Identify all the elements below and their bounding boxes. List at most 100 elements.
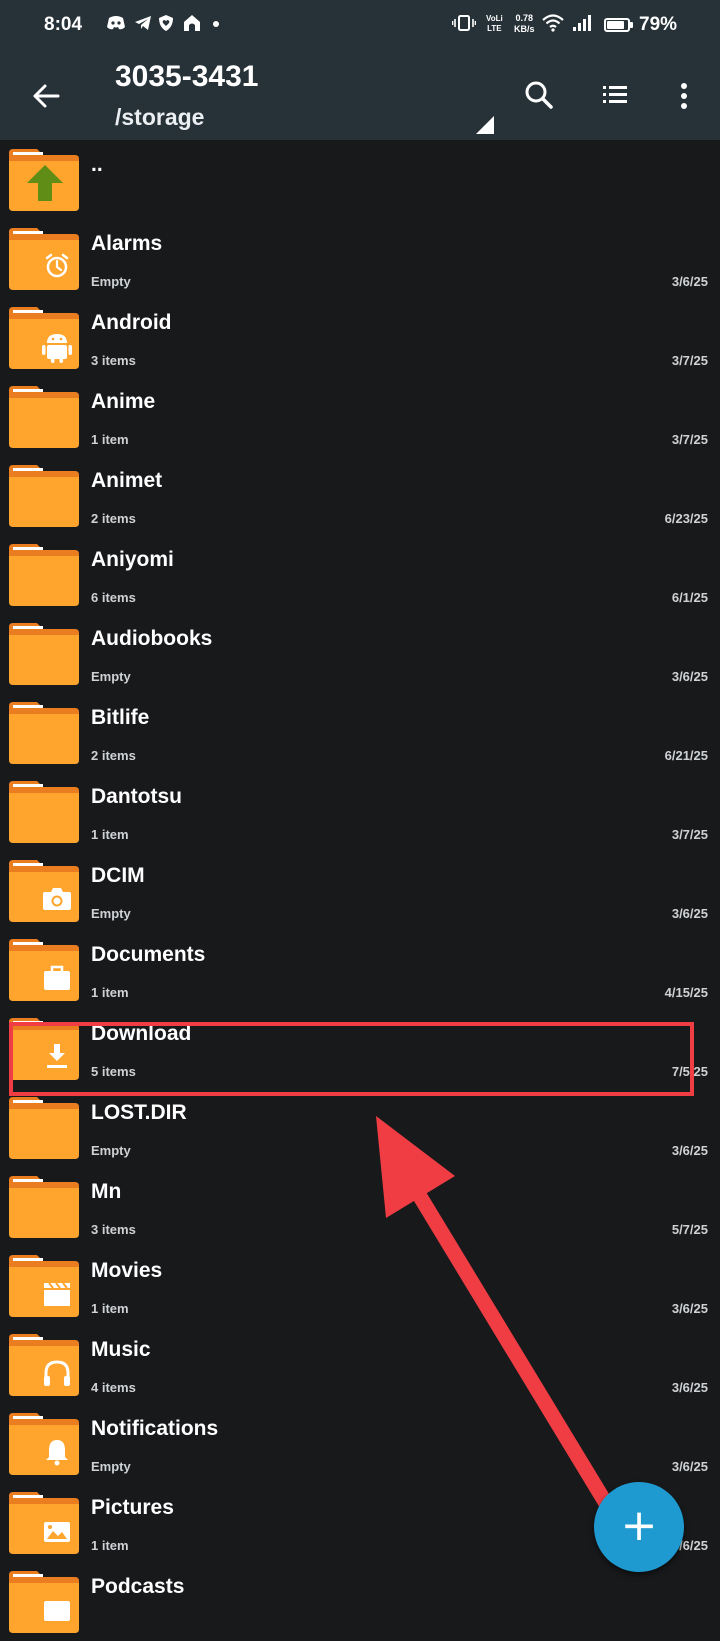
folder-item-animet[interactable]: Animet 2 items 6/23/25 (0, 456, 720, 535)
folder-item-alarms[interactable]: Alarms Empty 3/6/25 (0, 219, 720, 298)
vibrate-icon (451, 14, 477, 37)
headphones-icon (9, 1334, 79, 1396)
volte-top-label: VoLi (486, 14, 503, 23)
folder-item-lost-dir[interactable]: LOST.DIR Empty 3/6/25 (0, 1088, 720, 1167)
folder-date: 3/6/25 (671, 1459, 708, 1474)
folder-date: 6/1/25 (671, 590, 708, 605)
folder-icon (9, 465, 79, 527)
folder-item-movies[interactable]: Movies 1 item 3/6/25 (0, 1246, 720, 1325)
view-mode-button[interactable] (594, 74, 638, 118)
folder-item-count: Empty (91, 1143, 131, 1158)
battery-tip (630, 22, 633, 28)
clapperboard-icon (9, 1255, 79, 1317)
folder-item-anime[interactable]: Anime 1 item 3/7/25 (0, 377, 720, 456)
camera-icon (9, 860, 79, 922)
folder-item-count: 3 items (91, 1222, 136, 1237)
folder-name: Anime (91, 390, 156, 413)
arrow-left-icon (33, 84, 60, 108)
folder-name: Animet (91, 469, 163, 492)
folder-item-documents[interactable]: Documents 1 item 4/15/25 (0, 930, 720, 1009)
folder-item-count: 1 item (91, 985, 129, 1000)
folder-item-podcasts[interactable]: Podcasts (0, 1562, 720, 1641)
more-vert-icon (681, 83, 687, 109)
volte-indicator: VoLi LTE (486, 14, 503, 34)
folder-icon (9, 1097, 79, 1159)
folder-item-count: 6 items (91, 590, 136, 605)
folder-item-count: Empty (91, 906, 131, 921)
folder-name: Pictures (91, 1496, 174, 1519)
folder-item-count: 1 item (91, 1301, 129, 1316)
folder-item-aniyomi[interactable]: Aniyomi 6 items 6/1/25 (0, 535, 720, 614)
telegram-icon (134, 14, 152, 36)
current-path[interactable]: /storage (115, 104, 204, 131)
briefcase-icon (9, 939, 79, 1001)
folder-item-count: 1 item (91, 1538, 129, 1553)
folder-item-bitlife[interactable]: Bitlife 2 items 6/21/25 (0, 693, 720, 772)
more-options-button[interactable] (662, 74, 706, 118)
folder-item-dantotsu[interactable]: Dantotsu 1 item 3/7/25 (0, 772, 720, 851)
folder-item-count: Empty (91, 669, 131, 684)
volte-bottom-label: LTE (487, 24, 502, 33)
folder-name: Aniyomi (91, 548, 174, 571)
folder-date: 3/7/25 (671, 432, 708, 447)
plus-icon: + (620, 1500, 658, 1551)
folder-item-mn[interactable]: Mn 3 items 5/7/25 (0, 1167, 720, 1246)
folder-name: Movies (91, 1259, 163, 1282)
folder-name: Music (91, 1338, 151, 1361)
folder-item-dcim[interactable]: DCIM Empty 3/6/25 (0, 851, 720, 930)
battery-icon (604, 18, 630, 32)
folder-name: Mn (91, 1180, 122, 1203)
network-speed: 0.78 KB/s (514, 13, 535, 35)
status-time: 8:04 (44, 14, 83, 35)
discord-icon (106, 14, 126, 36)
download-highlight-box (9, 1022, 694, 1096)
shield-heart-icon (158, 14, 174, 37)
folder-item-count: 3 items (91, 353, 136, 368)
battery-percent: 79% (639, 14, 678, 35)
path-dropdown-indicator-icon[interactable] (476, 116, 494, 134)
home-icon (182, 14, 202, 37)
folder-item-audiobooks[interactable]: Audiobooks Empty 3/6/25 (0, 614, 720, 693)
dot-icon (212, 14, 220, 37)
folder-item-count: 1 item (91, 827, 129, 842)
folder-date: 6/21/25 (664, 748, 708, 763)
folder-name: Android (91, 311, 172, 334)
folder-date: 3/6/25 (671, 669, 708, 684)
folder-date: 3/6/25 (671, 906, 708, 921)
folder-item-android[interactable]: Android 3 items 3/7/25 (0, 298, 720, 377)
search-button[interactable] (518, 74, 562, 118)
folder-name: Documents (91, 943, 206, 966)
add-button[interactable]: + (594, 1482, 684, 1572)
folder-date: 3/6/25 (671, 1380, 708, 1395)
folder-name: LOST.DIR (91, 1101, 187, 1124)
folder-item-count: 4 items (91, 1380, 136, 1395)
folder-item-music[interactable]: Music 4 items 3/6/25 (0, 1325, 720, 1404)
bell-icon (9, 1413, 79, 1475)
folder-date: 3/6/25 (671, 1143, 708, 1158)
folder-name: Bitlife (91, 706, 150, 729)
folder-item-notifications[interactable]: Notifications Empty 3/6/25 (0, 1404, 720, 1483)
back-button[interactable] (28, 78, 64, 114)
folder-name: Audiobooks (91, 627, 213, 650)
folder-icon (9, 781, 79, 843)
android-icon (9, 307, 79, 369)
search-icon (525, 81, 553, 109)
wifi-icon (542, 14, 564, 37)
folder-name: DCIM (91, 864, 145, 887)
battery-level-fill (607, 21, 625, 29)
status-bar: 8:04 VoLi LTE 0.78 KB/s 79% (0, 0, 720, 52)
parent-directory-item[interactable]: .. (0, 140, 720, 219)
folder-item-count: Empty (91, 274, 131, 289)
folder-item-count: 2 items (91, 511, 136, 526)
folder-name: Podcasts (91, 1575, 185, 1598)
folder-date: 5/7/25 (671, 1222, 708, 1237)
folder-date: 3/6/25 (671, 1301, 708, 1316)
folder-date: 3/6/25 (671, 274, 708, 289)
app-toolbar: 3035-3431 /storage (0, 52, 720, 140)
parent-directory-label: .. (91, 153, 103, 176)
folder-date: 3/7/25 (671, 353, 708, 368)
folder-item-count: Empty (91, 1459, 131, 1474)
network-speed-unit: KB/s (514, 24, 535, 34)
page-title[interactable]: 3035-3431 (115, 60, 258, 94)
folder-icon (9, 544, 79, 606)
